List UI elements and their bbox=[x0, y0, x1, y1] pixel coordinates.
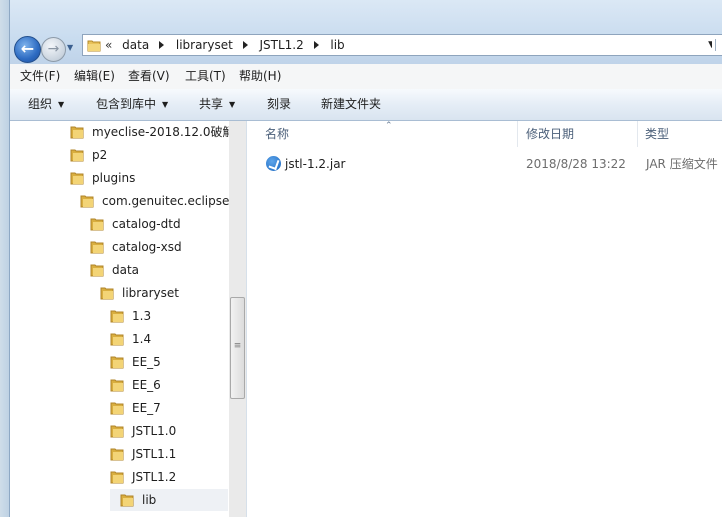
breadcrumb-overflow[interactable]: « bbox=[105, 35, 112, 55]
share-label: 共享 bbox=[199, 97, 224, 111]
address-band: ← → ▼ « data libraryset JSTL1.2 lib ▼ bbox=[10, 0, 722, 64]
tree-item-label: myeclise-2018.12.0破解工 bbox=[92, 125, 246, 139]
file-type: JAR 压缩文件 bbox=[646, 157, 718, 171]
organize-button[interactable]: 组织 ▼ bbox=[28, 89, 64, 120]
folder-icon bbox=[87, 40, 101, 52]
breadcrumb-separator-icon[interactable] bbox=[313, 41, 319, 49]
tree-item-label: data bbox=[112, 263, 140, 277]
grip-icon: ≡ bbox=[233, 341, 242, 351]
file-date: 2018/8/28 13:22 bbox=[526, 157, 626, 171]
tree-item-label: EE_6 bbox=[132, 378, 161, 392]
folder-icon bbox=[110, 310, 124, 323]
tree-item-label: com.genuitec.eclipse.j bbox=[102, 194, 237, 208]
column-header-date[interactable]: 修改日期 bbox=[526, 121, 574, 147]
folder-icon bbox=[110, 379, 124, 392]
include-in-library-label: 包含到库中 bbox=[96, 97, 157, 111]
new-folder-button[interactable]: 新建文件夹 bbox=[321, 89, 381, 120]
menu-tools[interactable]: 工具(T) bbox=[185, 64, 226, 89]
organize-label: 组织 bbox=[28, 97, 53, 111]
breadcrumb: « data libraryset JSTL1.2 lib bbox=[105, 35, 351, 55]
tree-item-label: JSTL1.0 bbox=[132, 424, 177, 438]
folder-icon bbox=[110, 402, 124, 415]
folder-icon bbox=[120, 494, 134, 507]
tree-item-label: EE_5 bbox=[132, 355, 161, 369]
tree-item-label: plugins bbox=[92, 171, 136, 185]
file-list-pane: ⌃ 名称 修改日期 类型 jstl-1.2.jar 2018/8/28 13:2… bbox=[247, 121, 722, 517]
file-row[interactable]: jstl-1.2.jar 2018/8/28 13:22 JAR 压缩文件 bbox=[263, 151, 722, 177]
chevron-down-icon: ▼ bbox=[229, 100, 236, 109]
recent-pages-dropdown[interactable]: ▼ bbox=[67, 43, 77, 53]
tree-item-label: JSTL1.2 bbox=[132, 470, 177, 484]
menu-help[interactable]: 帮助(H) bbox=[239, 64, 281, 89]
tree-item-label: EE_7 bbox=[132, 401, 161, 415]
tree-item-label: 1.3 bbox=[132, 309, 152, 323]
navigation-scrollbar[interactable]: ≡ bbox=[229, 121, 246, 517]
jar-file-icon bbox=[266, 156, 281, 171]
folder-icon bbox=[110, 356, 124, 369]
chevron-down-icon: ▼ bbox=[162, 100, 169, 109]
window-left-edge bbox=[0, 0, 10, 517]
sort-ascending-icon: ⌃ bbox=[385, 121, 393, 131]
command-bar: 组织 ▼ 包含到库中 ▼ 共享 ▼ 刻录 新建文件夹 bbox=[10, 89, 722, 121]
folder-icon bbox=[90, 218, 104, 231]
folder-icon bbox=[110, 448, 124, 461]
folder-icon bbox=[70, 126, 84, 139]
menu-view[interactable]: 查看(V) bbox=[128, 64, 170, 89]
menu-edit[interactable]: 编辑(E) bbox=[74, 64, 115, 89]
tree-item-label: lib bbox=[142, 493, 157, 507]
scrollbar-thumb[interactable]: ≡ bbox=[230, 297, 245, 399]
chevron-down-icon: ▼ bbox=[58, 100, 65, 109]
folder-icon bbox=[100, 287, 114, 300]
tree-item-label: p2 bbox=[92, 148, 108, 162]
column-divider[interactable] bbox=[517, 121, 518, 147]
tree-item-label: 1.4 bbox=[132, 332, 152, 346]
include-in-library-button[interactable]: 包含到库中 ▼ bbox=[96, 89, 168, 120]
arrow-left-icon: ← bbox=[20, 39, 35, 58]
folder-icon bbox=[70, 149, 84, 162]
breadcrumb-separator-icon[interactable] bbox=[159, 41, 165, 49]
column-header-type[interactable]: 类型 bbox=[645, 121, 669, 147]
arrow-right-icon: → bbox=[47, 41, 60, 57]
menu-bar: 文件(F) 编辑(E) 查看(V) 工具(T) 帮助(H) bbox=[10, 64, 722, 90]
address-bar[interactable]: « data libraryset JSTL1.2 lib ▼ bbox=[82, 34, 720, 56]
folder-icon bbox=[80, 195, 94, 208]
folder-icon bbox=[90, 264, 104, 277]
menu-file[interactable]: 文件(F) bbox=[20, 64, 60, 89]
column-divider[interactable] bbox=[637, 121, 638, 147]
share-button[interactable]: 共享 ▼ bbox=[199, 89, 235, 120]
burn-button[interactable]: 刻录 bbox=[267, 89, 291, 120]
file-name: jstl-1.2.jar bbox=[285, 157, 346, 171]
navigation-pane: myeclise-2018.12.0破解工 p2 plugins com.genuit… bbox=[10, 121, 246, 517]
breadcrumb-separator-icon[interactable] bbox=[242, 41, 248, 49]
folder-icon bbox=[110, 333, 124, 346]
refresh-button[interactable] bbox=[712, 34, 722, 56]
forward-button[interactable]: → bbox=[41, 37, 66, 62]
tree-item-label: catalog-xsd bbox=[112, 240, 182, 254]
folder-icon bbox=[110, 425, 124, 438]
folder-icon bbox=[110, 471, 124, 484]
breadcrumb-libraryset[interactable]: libraryset bbox=[176, 35, 233, 55]
breadcrumb-lib[interactable]: lib bbox=[330, 35, 344, 55]
column-header-name[interactable]: 名称 bbox=[265, 121, 289, 147]
folder-icon bbox=[90, 241, 104, 254]
tree-item-label: JSTL1.1 bbox=[132, 447, 177, 461]
tree-item-label: catalog-dtd bbox=[112, 217, 181, 231]
folder-icon bbox=[70, 172, 84, 185]
breadcrumb-data[interactable]: data bbox=[122, 35, 149, 55]
back-button[interactable]: ← bbox=[14, 36, 41, 63]
breadcrumb-jstl12[interactable]: JSTL1.2 bbox=[259, 35, 303, 55]
tree-item-label: libraryset bbox=[122, 286, 179, 300]
